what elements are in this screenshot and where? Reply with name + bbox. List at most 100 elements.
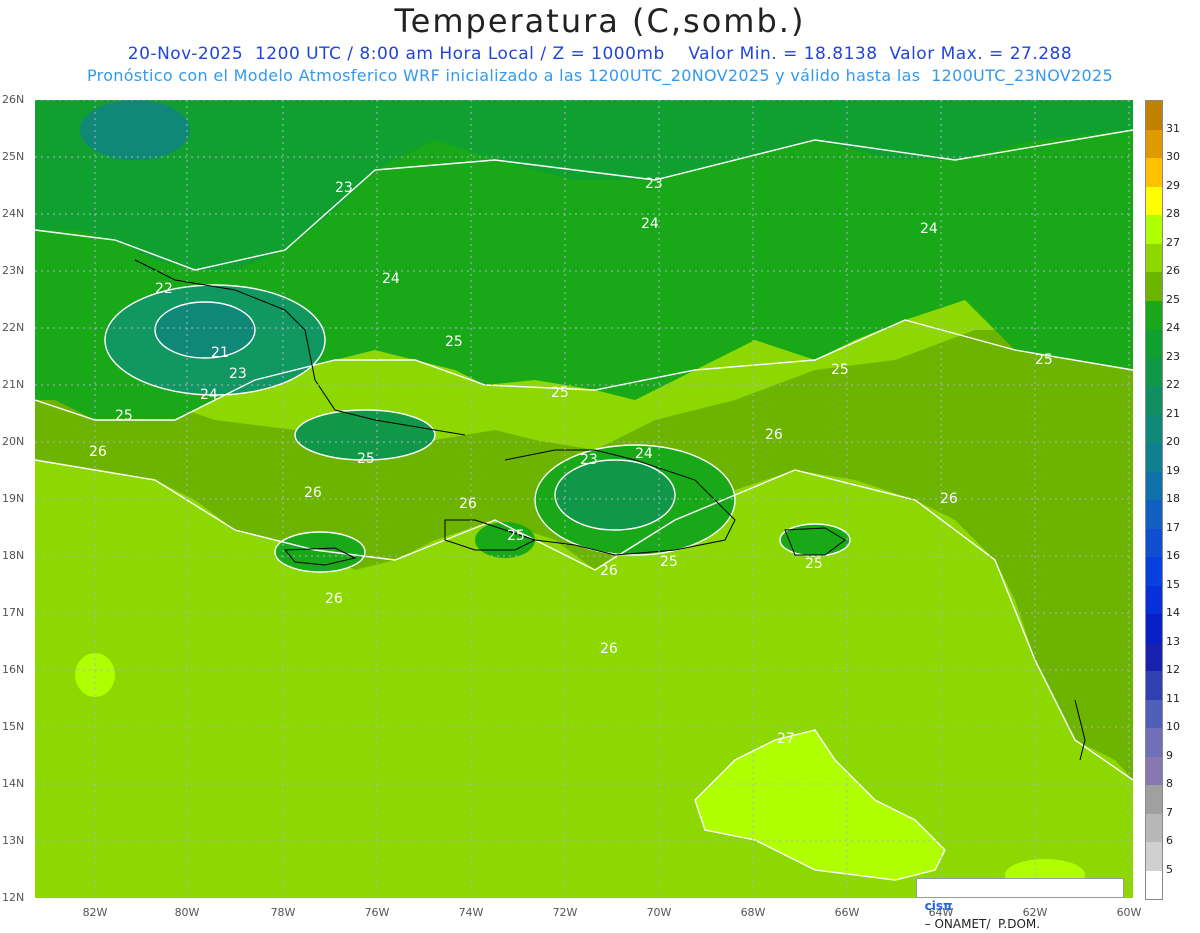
colorbar-cell — [1146, 728, 1162, 757]
contour-label: 23 — [229, 366, 247, 382]
contour-label: 24 — [920, 221, 938, 237]
contour-label: 26 — [765, 427, 783, 443]
lat-label: 17N — [2, 606, 25, 619]
lat-label: 18N — [2, 549, 25, 562]
credit-text: – ONAMET/ P.DOM. — [924, 917, 1041, 931]
colorbar-cell — [1146, 557, 1162, 586]
colorbar-cell — [1146, 443, 1162, 472]
lon-label: 70W — [646, 906, 672, 919]
colorbar-cell — [1146, 357, 1162, 386]
contour-label: 22 — [155, 281, 173, 297]
colorbar-label: 23 — [1166, 349, 1180, 363]
colorbar-cell — [1146, 272, 1162, 301]
colorbar — [1145, 100, 1163, 900]
colorbar-cell — [1146, 699, 1162, 728]
lat-label: 12N — [2, 891, 25, 904]
colorbar-label: 27 — [1166, 235, 1180, 249]
lon-label: 78W — [270, 906, 296, 919]
colorbar-cell — [1146, 101, 1162, 130]
contour-label: 24 — [382, 271, 400, 287]
colorbar-cell — [1146, 842, 1162, 871]
temperature-map: 23 2324 242422212324252525252526 23 24252626… — [35, 100, 1133, 898]
colorbar-label: 12 — [1166, 663, 1180, 676]
lat-label: 19N — [2, 492, 25, 505]
lat-label: 15N — [2, 720, 25, 733]
lat-label: 16N — [2, 663, 25, 676]
lat-label: 23N — [2, 264, 25, 277]
colorbar-label: 13 — [1166, 634, 1180, 648]
colorbar-cell — [1146, 585, 1162, 614]
colorbar-cell — [1146, 756, 1162, 785]
contour-label: 23 — [645, 176, 663, 192]
cisp-logo: cisπ — [924, 899, 953, 913]
colorbar-label: 21 — [1166, 406, 1180, 420]
contour-label: 25 — [357, 451, 375, 467]
colorbar-cell — [1146, 243, 1162, 272]
lat-label: 25N — [2, 150, 25, 163]
contour-label: 25 — [115, 408, 133, 424]
contour-label: 25 — [551, 385, 569, 401]
colorbar-cell — [1146, 300, 1162, 329]
lon-label: 68W — [740, 906, 766, 919]
contour-label: 26 — [89, 444, 107, 460]
colorbar-cell — [1146, 329, 1162, 358]
colorbar-label: 26 — [1166, 264, 1180, 277]
field-24-haiti — [475, 522, 535, 558]
colorbar-cell — [1146, 870, 1162, 899]
colorbar-cell — [1146, 386, 1162, 415]
contour-label: 23 — [335, 180, 353, 196]
colorbar-label: 14 — [1166, 606, 1180, 619]
colorbar-label: 18 — [1166, 492, 1180, 505]
colorbar-cell — [1146, 813, 1162, 842]
colorbar-label: 15 — [1166, 577, 1180, 591]
lon-label: 82W — [82, 906, 108, 919]
lon-label: 74W — [458, 906, 484, 919]
colorbar-label: 24 — [1166, 321, 1180, 334]
lon-label: 76W — [364, 906, 390, 919]
colorbar-label: 6 — [1166, 834, 1173, 847]
contour-label: 24 — [641, 216, 659, 232]
colorbar-cell — [1146, 614, 1162, 643]
model-info-line: Pronóstico con el Modelo Atmosferico WRF… — [87, 66, 1113, 85]
colorbar-label: 30 — [1166, 150, 1180, 163]
lat-label: 13N — [2, 834, 25, 847]
contour-label: 25 — [1035, 352, 1053, 368]
lon-label: 60W — [1116, 906, 1142, 919]
contour-label: 24 — [200, 387, 218, 403]
colorbar-label: 25 — [1166, 292, 1180, 306]
colorbar-label: 11 — [1166, 691, 1180, 705]
colorbar-label: 17 — [1166, 520, 1180, 534]
field-22-florida — [80, 100, 190, 160]
contour-label: 24 — [635, 446, 653, 462]
contour-label: 25 — [445, 334, 463, 350]
lat-label: 24N — [2, 207, 25, 220]
colorbar-cell — [1146, 129, 1162, 158]
contour-label: 21 — [211, 345, 229, 361]
colorbar-label: 29 — [1166, 178, 1180, 192]
valid-time-line: 20-Nov-2025 1200 UTC / 8:00 am Hora Loca… — [127, 44, 1073, 64]
colorbar-cell — [1146, 500, 1162, 529]
colorbar-cell — [1146, 642, 1162, 671]
contour-label: 25 — [831, 362, 849, 378]
credit-box: cisπ – ONAMET/ P.DOM. — [916, 878, 1124, 931]
contour-label: 27 — [777, 731, 795, 747]
lat-label: 22N — [2, 321, 25, 334]
lat-label: 21N — [2, 378, 25, 391]
colorbar-cell — [1146, 671, 1162, 700]
contour-label: 26 — [459, 496, 477, 512]
colorbar-label: 7 — [1166, 805, 1173, 819]
colorbar-label: 16 — [1166, 549, 1180, 562]
colorbar-cell — [1146, 215, 1162, 244]
colorbar-cell — [1146, 785, 1162, 814]
contour-label: 26 — [940, 491, 958, 507]
colorbar-label: 31 — [1166, 121, 1180, 135]
colorbar-cell — [1146, 158, 1162, 187]
colorbar-label: 19 — [1166, 463, 1180, 477]
colorbar-label: 20 — [1166, 435, 1180, 448]
lon-label: 80W — [174, 906, 200, 919]
colorbar-cell — [1146, 414, 1162, 443]
colorbar-label: 22 — [1166, 378, 1180, 391]
colorbar-label: 9 — [1166, 748, 1173, 762]
colorbar-cell — [1146, 528, 1162, 557]
lon-label: 66W — [834, 906, 860, 919]
